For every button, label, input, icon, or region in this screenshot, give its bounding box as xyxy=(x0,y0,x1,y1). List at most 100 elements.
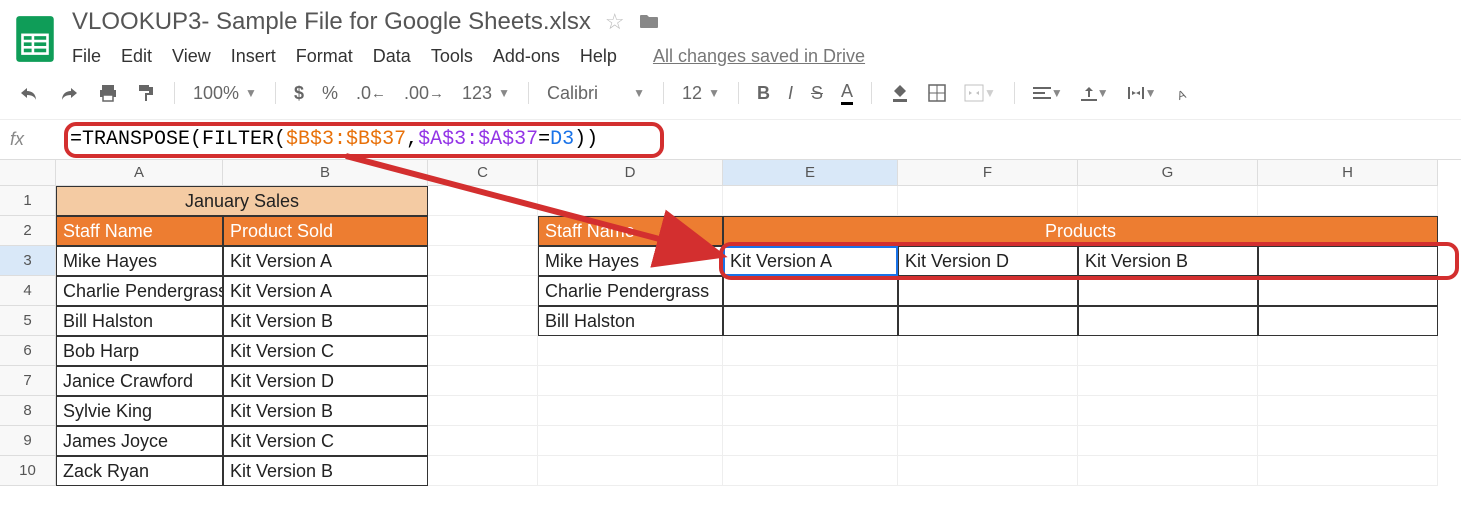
menu-help[interactable]: Help xyxy=(580,46,617,67)
row-header-3[interactable]: 3 xyxy=(0,246,56,276)
cell-A6[interactable]: Bob Harp xyxy=(56,336,223,366)
menu-view[interactable]: View xyxy=(172,46,211,67)
cell-B6[interactable]: Kit Version C xyxy=(223,336,428,366)
col-header-H[interactable]: H xyxy=(1258,160,1438,186)
col-header-D[interactable]: D xyxy=(538,160,723,186)
cell-G4[interactable] xyxy=(1078,276,1258,306)
cell-E9[interactable] xyxy=(723,426,898,456)
col-header-A[interactable]: A xyxy=(56,160,223,186)
row-header-2[interactable]: 2 xyxy=(0,216,56,246)
menu-tools[interactable]: Tools xyxy=(431,46,473,67)
cell-G5[interactable] xyxy=(1078,306,1258,336)
cell-E3[interactable]: Kit Version A xyxy=(723,246,898,276)
cell-D8[interactable] xyxy=(538,396,723,426)
cell-A9[interactable]: James Joyce xyxy=(56,426,223,456)
cell-C7[interactable] xyxy=(428,366,538,396)
row-header-7[interactable]: 7 xyxy=(0,366,56,396)
cell-C10[interactable] xyxy=(428,456,538,486)
col-header-B[interactable]: B xyxy=(223,160,428,186)
number-format-dropdown[interactable]: 123▼ xyxy=(456,79,516,108)
cell-G3[interactable]: Kit Version B xyxy=(1078,246,1258,276)
zoom-dropdown[interactable]: 100%▼ xyxy=(187,79,263,108)
row-header-10[interactable]: 10 xyxy=(0,456,56,486)
select-all-corner[interactable] xyxy=(0,160,56,186)
cell-C8[interactable] xyxy=(428,396,538,426)
cell-B4[interactable]: Kit Version A xyxy=(223,276,428,306)
cell-H3[interactable] xyxy=(1258,246,1438,276)
menu-edit[interactable]: Edit xyxy=(121,46,152,67)
cell-B9[interactable]: Kit Version C xyxy=(223,426,428,456)
col-header-F[interactable]: F xyxy=(898,160,1078,186)
cell-F3[interactable]: Kit Version D xyxy=(898,246,1078,276)
print-icon[interactable] xyxy=(92,79,124,107)
cell-C2[interactable] xyxy=(428,216,538,246)
cell-C6[interactable] xyxy=(428,336,538,366)
strikethrough-icon[interactable]: S xyxy=(805,79,829,108)
cell-E4[interactable] xyxy=(723,276,898,306)
cell-E10[interactable] xyxy=(723,456,898,486)
cell-F1[interactable] xyxy=(898,186,1078,216)
cell-B10[interactable]: Kit Version B xyxy=(223,456,428,486)
cell-C5[interactable] xyxy=(428,306,538,336)
cell-G7[interactable] xyxy=(1078,366,1258,396)
redo-icon[interactable] xyxy=(52,80,86,106)
cell-B8[interactable]: Kit Version B xyxy=(223,396,428,426)
col-header-E[interactable]: E xyxy=(723,160,898,186)
cell-H10[interactable] xyxy=(1258,456,1438,486)
cell-D4[interactable]: Charlie Pendergrass xyxy=(538,276,723,306)
cell-H6[interactable] xyxy=(1258,336,1438,366)
text-wrap-icon[interactable]: ▼ xyxy=(1121,81,1163,105)
cell-D9[interactable] xyxy=(538,426,723,456)
document-title[interactable]: VLOOKUP3- Sample File for Google Sheets.… xyxy=(72,8,591,36)
cell-A1B1[interactable]: January Sales xyxy=(56,186,428,216)
cell-A10[interactable]: Zack Ryan xyxy=(56,456,223,486)
menu-insert[interactable]: Insert xyxy=(231,46,276,67)
paint-format-icon[interactable] xyxy=(130,79,162,107)
cell-H5[interactable] xyxy=(1258,306,1438,336)
cell-area[interactable]: January Sales Staff Name Product Sold St… xyxy=(56,186,1461,486)
cell-F4[interactable] xyxy=(898,276,1078,306)
cell-B2[interactable]: Product Sold xyxy=(223,216,428,246)
star-icon[interactable]: ☆ xyxy=(605,9,625,35)
formula-input[interactable]: =TRANSPOSE(FILTER( $B$3:$B$37 , $A$3:$A$… xyxy=(60,124,608,155)
menu-file[interactable]: File xyxy=(72,46,101,67)
cell-D6[interactable] xyxy=(538,336,723,366)
merge-cells-icon[interactable]: ▼ xyxy=(958,80,1002,106)
cell-H1[interactable] xyxy=(1258,186,1438,216)
cell-A5[interactable]: Bill Halston xyxy=(56,306,223,336)
cell-F7[interactable] xyxy=(898,366,1078,396)
font-size-dropdown[interactable]: 12▼ xyxy=(676,79,726,108)
cell-E8[interactable] xyxy=(723,396,898,426)
italic-icon[interactable]: I xyxy=(782,79,799,108)
row-header-4[interactable]: 4 xyxy=(0,276,56,306)
col-header-C[interactable]: C xyxy=(428,160,538,186)
cell-G8[interactable] xyxy=(1078,396,1258,426)
folder-icon[interactable] xyxy=(639,9,659,35)
cell-G6[interactable] xyxy=(1078,336,1258,366)
cell-E6[interactable] xyxy=(723,336,898,366)
cell-G1[interactable] xyxy=(1078,186,1258,216)
row-header-9[interactable]: 9 xyxy=(0,426,56,456)
cell-B3[interactable]: Kit Version A xyxy=(223,246,428,276)
menu-data[interactable]: Data xyxy=(373,46,411,67)
text-color-icon[interactable]: A xyxy=(835,77,859,109)
cell-E2H2[interactable]: Products xyxy=(723,216,1438,246)
cell-F6[interactable] xyxy=(898,336,1078,366)
cell-A2[interactable]: Staff Name xyxy=(56,216,223,246)
cell-C3[interactable] xyxy=(428,246,538,276)
cell-A4[interactable]: Charlie Pendergrass xyxy=(56,276,223,306)
row-header-1[interactable]: 1 xyxy=(0,186,56,216)
undo-icon[interactable] xyxy=(12,80,46,106)
cell-E7[interactable] xyxy=(723,366,898,396)
cell-E1[interactable] xyxy=(723,186,898,216)
cell-F5[interactable] xyxy=(898,306,1078,336)
borders-icon[interactable] xyxy=(922,80,952,106)
increase-decimal-icon[interactable]: .00→ xyxy=(398,79,450,108)
cell-F8[interactable] xyxy=(898,396,1078,426)
cell-C4[interactable] xyxy=(428,276,538,306)
fill-color-icon[interactable] xyxy=(884,79,916,107)
horizontal-align-icon[interactable]: ▼ xyxy=(1027,82,1069,104)
cell-G10[interactable] xyxy=(1078,456,1258,486)
row-header-8[interactable]: 8 xyxy=(0,396,56,426)
cell-D2[interactable]: Staff Name xyxy=(538,216,723,246)
